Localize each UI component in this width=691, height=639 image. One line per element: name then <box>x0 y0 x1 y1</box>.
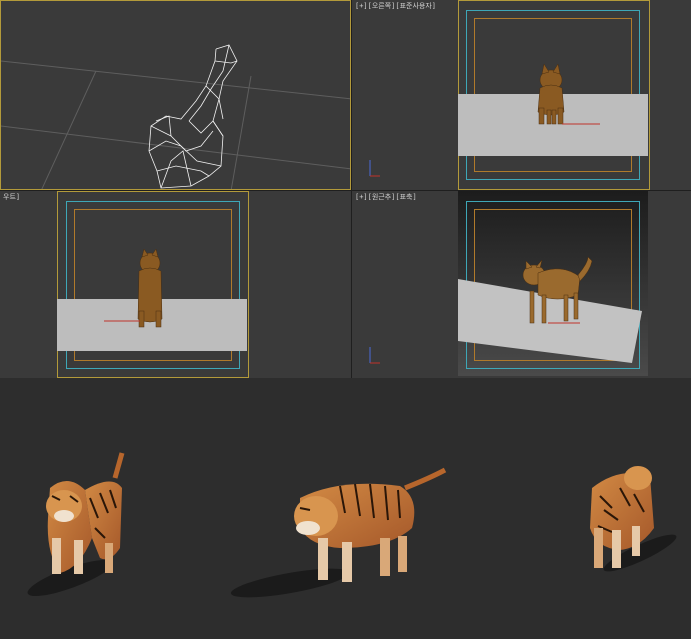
tiger-renders <box>27 452 677 598</box>
viewport-top-left[interactable] <box>0 0 351 190</box>
viewport-top-right[interactable]: [+][오른쪽][표준사용자] <box>352 0 691 190</box>
viewport-divider[interactable] <box>351 0 352 378</box>
tiger-model-side <box>230 467 447 598</box>
cat-model-back <box>104 248 163 328</box>
wireframe-model <box>1 44 350 189</box>
cat-model-perspective <box>369 256 642 364</box>
render-preview <box>0 378 691 639</box>
viewport-divider[interactable] <box>0 190 691 191</box>
cat-model-front <box>369 63 600 177</box>
viewport-mid-right[interactable]: [+][원근추][표축] <box>352 191 691 378</box>
tiger-model-back-three-quarter <box>590 466 677 572</box>
viewport-mid-left[interactable]: 우트] <box>0 191 351 378</box>
tiger-model-front-three-quarter <box>27 452 125 597</box>
